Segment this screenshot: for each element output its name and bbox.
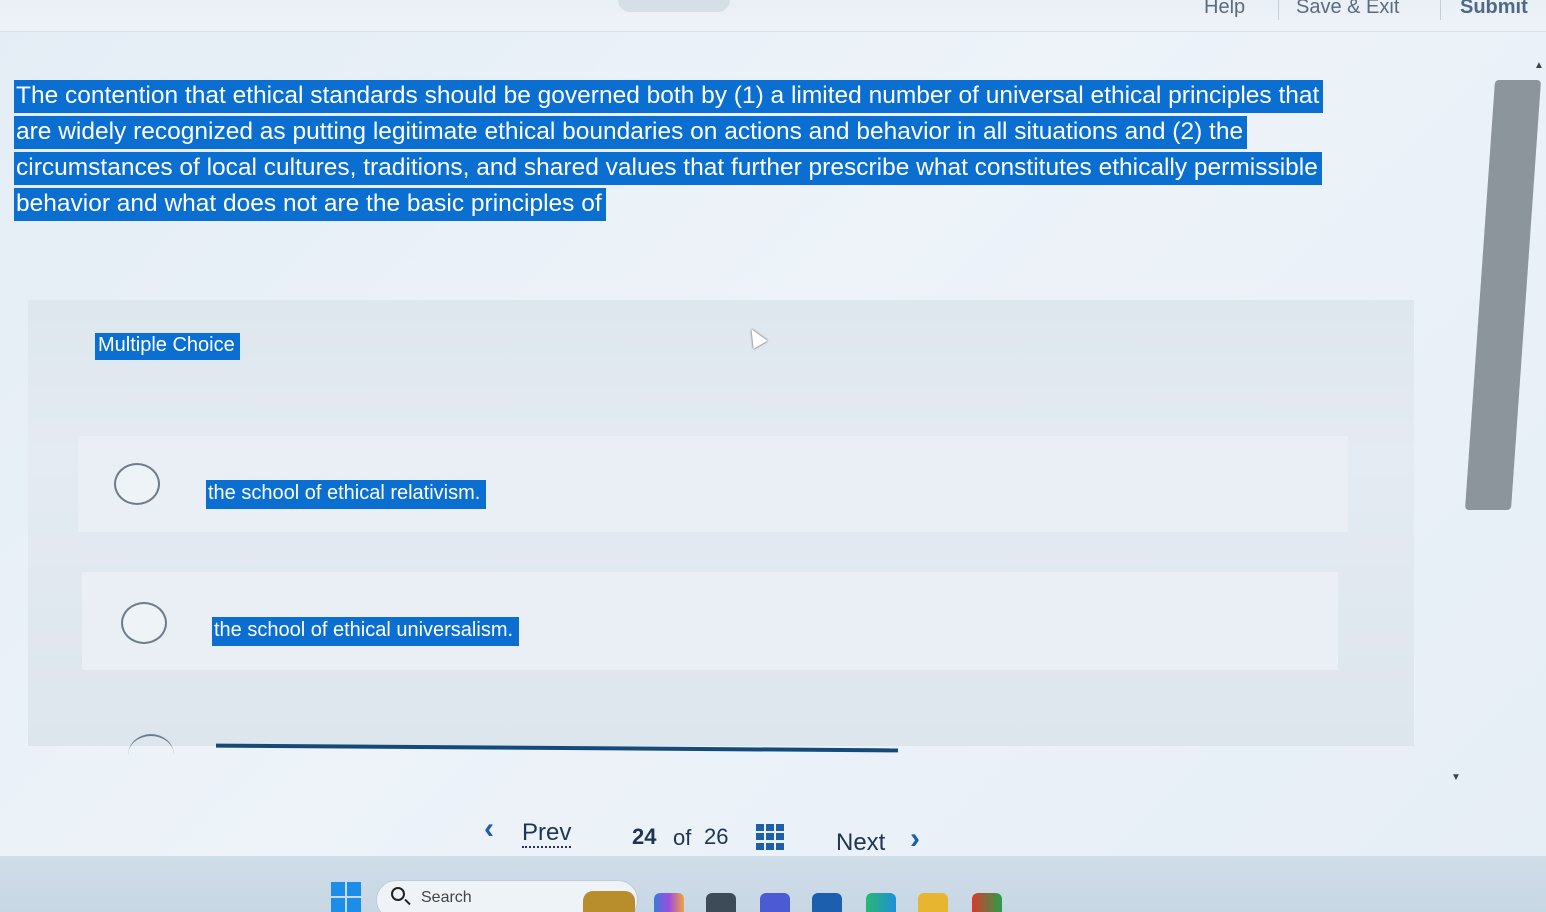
scroll-up-arrow-icon[interactable]: ▲ [1534,60,1544,71]
answer-option-label[interactable]: the school of ethical relativism. [206,480,487,509]
next-button[interactable]: Next [836,830,886,858]
app-icon[interactable] [760,893,790,912]
divider [1278,0,1279,20]
radio-button[interactable] [121,602,167,644]
chevron-right-icon[interactable]: › [910,822,920,856]
submit-link[interactable]: Submit [1460,0,1528,19]
search-highlight-icon [583,891,635,912]
scroll-down-arrow-icon[interactable]: ▼ [1451,772,1461,783]
answer-option-label[interactable]: the school of ethical universalism. [212,617,520,646]
taskbar-search-input[interactable]: Search [376,880,638,912]
copilot-icon[interactable] [654,893,684,912]
help-link[interactable]: Help [1204,0,1245,19]
page-current: 24 [632,824,656,850]
question-prompt: The contention that ethical standards sh… [14,78,1414,222]
question-type-label: Multiple Choice [95,333,240,360]
radio-button-partial[interactable] [128,734,174,776]
page-total: 26 [704,824,729,849]
app-icon[interactable] [706,893,736,912]
grid-icon[interactable] [756,824,784,850]
page-current-number: 24 [632,824,657,849]
top-tab-handle [618,0,730,12]
question-line: circumstances of local cultures, traditi… [14,152,1322,185]
page-of: of [673,825,692,850]
question-line: The contention that ethical standards sh… [14,80,1324,113]
search-icon [391,887,405,901]
radio-button[interactable] [114,463,160,505]
question-line: behavior and what does not are the basic… [14,188,606,221]
file-explorer-icon[interactable] [918,893,948,912]
taskbar-search-placeholder: Search [421,889,472,906]
chrome-browser-icon[interactable] [972,893,1002,912]
chevron-left-icon[interactable]: ‹ [484,812,494,846]
windows-start-icon[interactable] [331,882,361,912]
question-line: are widely recognized as putting legitim… [14,116,1248,149]
store-icon[interactable] [812,893,842,912]
edge-browser-icon[interactable] [866,893,896,912]
prev-button[interactable]: Prev [522,820,572,848]
divider [1440,0,1441,20]
save-exit-link[interactable]: Save & Exit [1296,0,1399,19]
top-bar: Help Save & Exit Submit [0,0,1546,32]
